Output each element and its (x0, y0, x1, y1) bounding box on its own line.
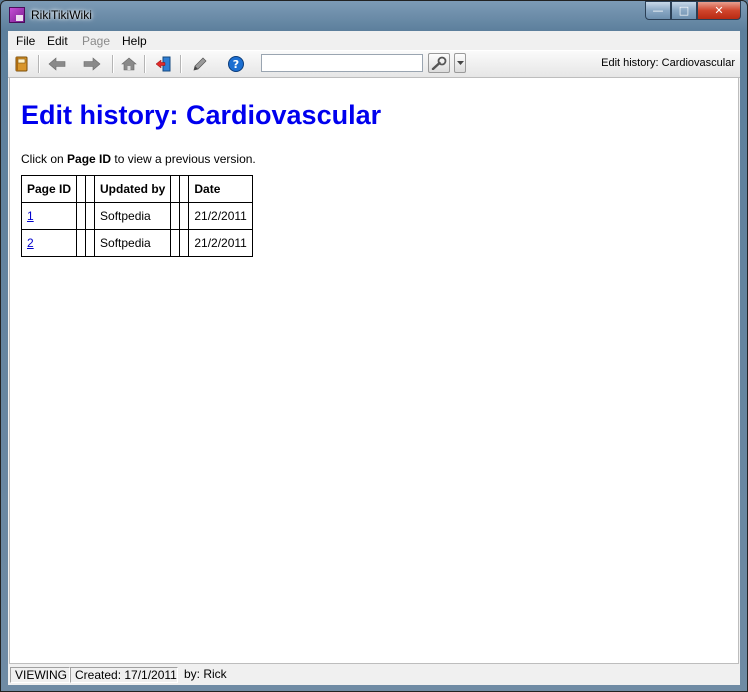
current-page-label: Edit history: Cardiovascular (601, 57, 735, 69)
date-cell: 21/2/2011 (188, 229, 253, 257)
history-table: Page ID Updated by Date 1 Softpedia 21/2… (20, 175, 253, 257)
app-icon[interactable] (9, 7, 25, 23)
app-window: RikiTikiWiki — □ ✕ File Edit Page Help ?… (0, 0, 748, 692)
page-id-link[interactable]: 1 (27, 209, 34, 223)
search-input[interactable] (261, 54, 423, 72)
close-button[interactable]: ✕ (697, 1, 741, 20)
window-title: RikiTikiWiki (31, 8, 92, 22)
toolbar-separator (112, 55, 114, 73)
svg-text:?: ? (233, 58, 239, 71)
menu-bar: File Edit Page Help (8, 31, 740, 50)
header-empty (170, 175, 181, 203)
header-page-id: Page ID (20, 175, 78, 203)
client-area: File Edit Page Help ? Edit history: Card… (8, 31, 740, 685)
search-icon (431, 56, 447, 70)
header-empty (76, 175, 87, 203)
maximize-button[interactable]: □ (671, 1, 697, 20)
page-id-link[interactable]: 2 (27, 236, 34, 250)
updated-by-cell: Softpedia (94, 202, 172, 230)
notebook-icon[interactable] (10, 53, 32, 75)
toolbar-separator (38, 55, 40, 73)
updated-by-cell: Softpedia (94, 229, 172, 257)
date-cell: 21/2/2011 (188, 202, 253, 230)
status-bar: VIEWING Created: 17/1/2011 by: Rick (8, 665, 740, 685)
menu-help[interactable]: Help (122, 34, 147, 48)
header-updated-by: Updated by (94, 175, 172, 203)
back-arrow-icon[interactable] (46, 53, 68, 75)
import-icon[interactable] (153, 53, 175, 75)
page-content: Edit history: Cardiovascular Click on Pa… (9, 77, 739, 664)
status-mode: VIEWING (10, 667, 70, 683)
table-row: 2 Softpedia 21/2/2011 (20, 229, 253, 257)
window-controls: — □ ✕ (645, 1, 741, 20)
menu-file[interactable]: File (16, 34, 35, 48)
toolbar: ? Edit history: Cardiovascular (8, 50, 740, 78)
edit-pencil-icon[interactable] (189, 53, 211, 75)
empty-cell (170, 202, 181, 230)
search-button[interactable] (428, 53, 450, 73)
page-id-cell: 2 (20, 229, 78, 257)
instruction-suffix: to view a previous version. (111, 152, 256, 166)
minimize-button[interactable]: — (645, 1, 671, 20)
toolbar-separator (180, 55, 182, 73)
empty-cell (76, 202, 87, 230)
home-icon[interactable] (118, 53, 140, 75)
menu-edit[interactable]: Edit (47, 34, 68, 48)
page-title: Edit history: Cardiovascular (21, 100, 382, 130)
table-header-row: Page ID Updated by Date (20, 175, 253, 203)
instruction-text: Click on Page ID to view a previous vers… (21, 152, 256, 166)
forward-arrow-icon[interactable] (81, 53, 103, 75)
table-row: 1 Softpedia 21/2/2011 (20, 202, 253, 230)
help-icon[interactable]: ? (225, 53, 247, 75)
empty-cell (76, 229, 87, 257)
status-author: by: Rick (184, 667, 227, 681)
header-date: Date (188, 175, 253, 203)
instruction-prefix: Click on (21, 152, 68, 166)
empty-cell (170, 229, 181, 257)
title-bar[interactable]: RikiTikiWiki — □ ✕ (1, 1, 747, 31)
empty-cell (85, 229, 96, 257)
header-empty (85, 175, 96, 203)
empty-cell (179, 202, 190, 230)
toolbar-separator (144, 55, 146, 73)
dropdown-arrow-icon (456, 61, 464, 65)
page-id-cell: 1 (20, 202, 78, 230)
search-dropdown-button[interactable] (454, 53, 466, 73)
empty-cell (179, 229, 190, 257)
header-empty (179, 175, 190, 203)
status-created: Created: 17/1/2011 (70, 667, 178, 683)
menu-page: Page (82, 34, 111, 48)
empty-cell (85, 202, 96, 230)
instruction-bold: Page ID (67, 152, 112, 166)
